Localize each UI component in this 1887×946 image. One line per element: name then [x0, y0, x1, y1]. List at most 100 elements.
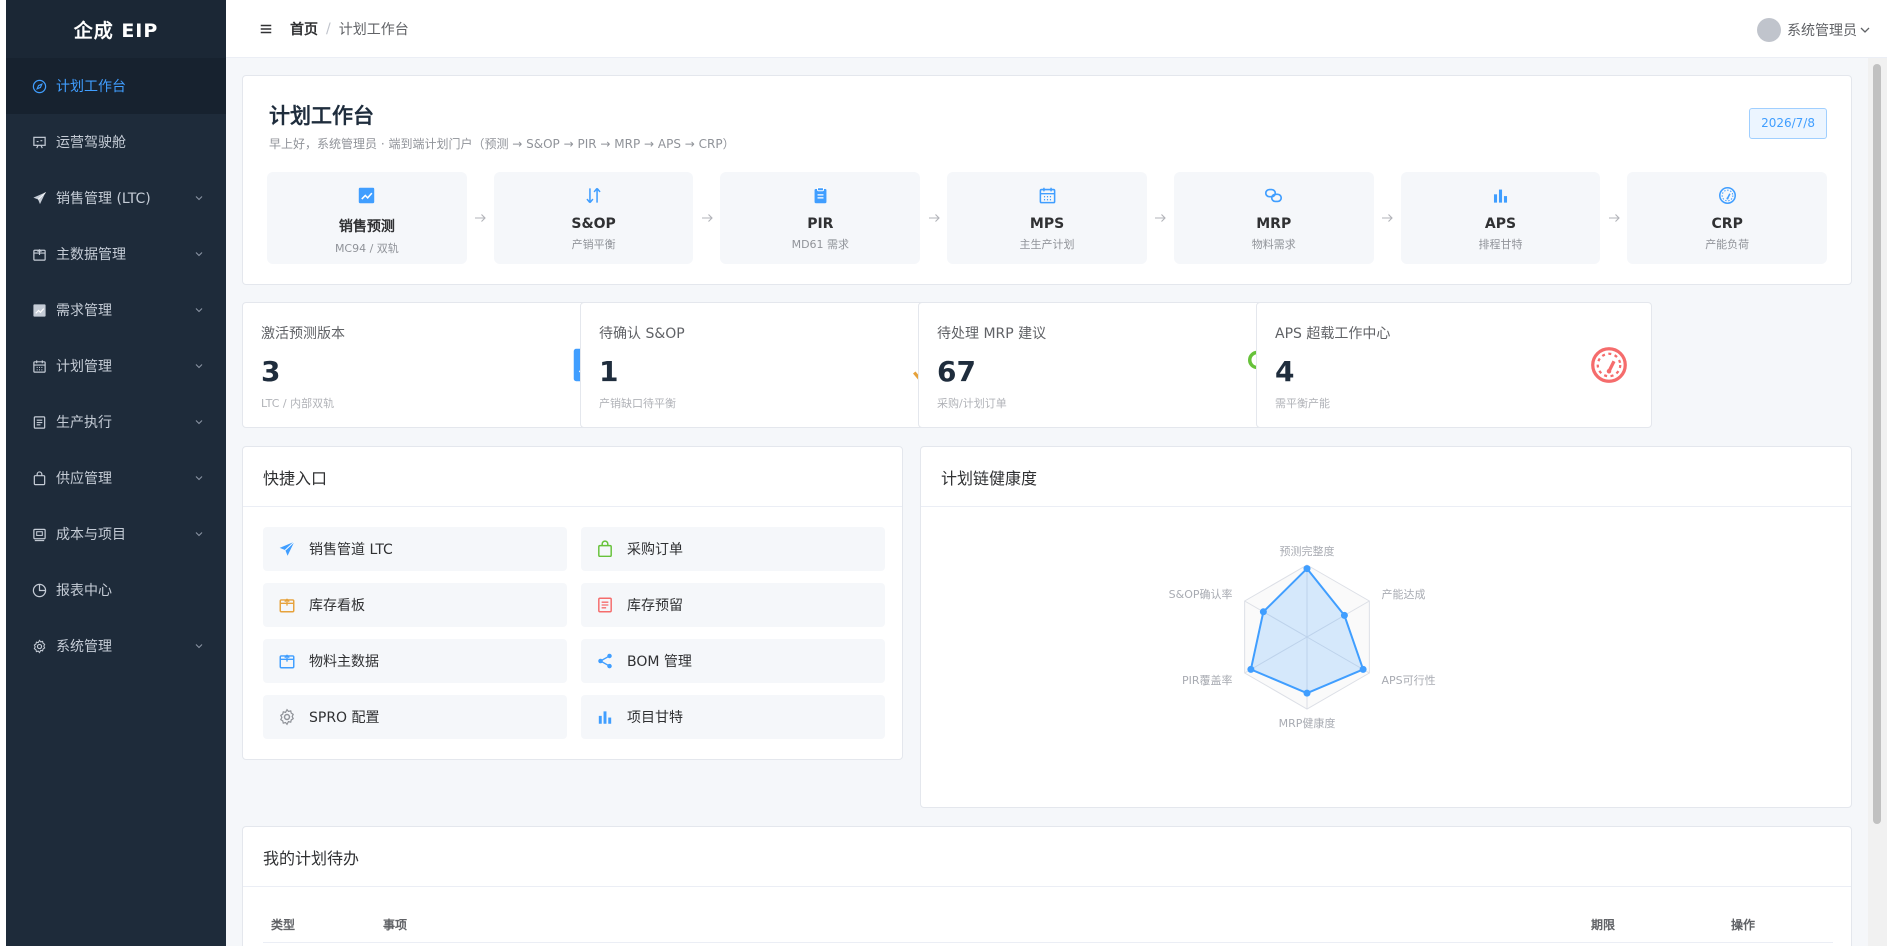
step-description: 排程甘特	[1478, 238, 1523, 251]
calendar-icon	[1036, 184, 1058, 206]
quick-link-label: 库存看板	[309, 598, 365, 614]
user-menu[interactable]: 系统管理员	[1757, 18, 1871, 42]
clipboard-icon	[809, 184, 831, 206]
process-step-0[interactable]: 销售预测 MC94 / 双轨	[267, 172, 467, 264]
shopping-bag-icon	[595, 539, 615, 559]
step-name: 销售预测	[338, 219, 395, 235]
paper-plane-icon	[277, 539, 297, 559]
todo-panel: 我的计划待办 类型 事项 期限 操作	[242, 826, 1852, 946]
stat-value: 1	[599, 355, 619, 388]
column-header-type: 类型	[271, 918, 296, 932]
sidebar-item-label: 主数据管理	[56, 247, 126, 263]
sidebar-item-10[interactable]: 系统管理	[6, 618, 226, 674]
step-description: 物料需求	[1251, 238, 1296, 251]
bar-chart-icon	[595, 707, 615, 727]
breadcrumb-home[interactable]: 首页	[290, 19, 318, 39]
chevron-down-icon	[194, 305, 204, 315]
sidebar-item-4[interactable]: 需求管理	[6, 282, 226, 338]
quick-link-1[interactable]: 采购订单	[581, 527, 885, 571]
chevron-down-icon	[194, 193, 204, 203]
sidebar-item-label: 销售管理 (LTC)	[56, 191, 151, 207]
quick-access-grid: 销售管道 LTC 采购订单库存看板 库存预留物料主数据 BOM 管理 SPRO 配置 项目…	[263, 527, 885, 739]
menu-toggle-icon[interactable]	[256, 19, 276, 39]
process-step-5[interactable]: APS 排程甘特	[1400, 172, 1601, 264]
sidebar-item-label: 运营驾驶舱	[56, 135, 126, 151]
sidebar-item-6[interactable]: 生产执行	[6, 394, 226, 450]
chevron-down-icon	[194, 361, 204, 371]
chevron-down-icon	[194, 641, 204, 651]
step-description: 产能负荷	[1705, 238, 1750, 251]
trend-chart-icon	[356, 184, 378, 206]
quick-link-6[interactable]: SPRO 配置	[263, 695, 567, 739]
process-step-6[interactable]: CRP 产能负荷	[1627, 172, 1828, 264]
money-icon	[30, 525, 48, 543]
stat-card-mrp[interactable]: 待处理 MRP 建议 67 采购/计划订单	[918, 302, 1309, 428]
pie-chart-icon	[30, 581, 48, 599]
step-name: MPS	[1029, 216, 1065, 232]
arrow-right-icon	[1147, 211, 1174, 225]
health-panel: 计划链健康度 预测完整度 产能达成 APS可行性 MRP健康度 PIR覆盖率 S&OP确认…	[920, 446, 1852, 808]
avatar[interactable]	[1757, 18, 1781, 42]
quick-access-panel: 快捷入口 销售管道 LTC 采购订单库存看板 库存预留物料主数据 BOM 管理 SPRO…	[242, 446, 903, 760]
date-button[interactable]: 2026/7/8	[1749, 108, 1827, 139]
step-name: S&OP	[571, 216, 616, 232]
stat-title: 待确认 S&OP	[599, 326, 685, 342]
stat-subtitle: 需平衡产能	[1275, 397, 1330, 410]
sidebar-item-7[interactable]: 供应管理	[6, 450, 226, 506]
sidebar-item-1[interactable]: 运营驾驶舱	[6, 114, 226, 170]
step-description: MD61 需求	[791, 238, 850, 251]
quick-link-0[interactable]: 销售管道 LTC	[263, 527, 567, 571]
shopping-bag-icon	[30, 469, 48, 487]
top-header: 首页 / 计划工作台 系统管理员	[226, 0, 1887, 58]
panel-title: 我的计划待办	[243, 827, 1851, 887]
trend-chart-icon	[30, 301, 48, 319]
stat-title: 激活预测版本	[261, 326, 345, 342]
stat-value: 4	[1275, 355, 1295, 388]
stat-card-sop[interactable]: 待确认 S&OP 1 产销缺口待平衡	[580, 302, 971, 428]
compass-icon	[30, 77, 48, 95]
sidebar-item-label: 计划管理	[56, 359, 112, 375]
stat-card-forecast[interactable]: 激活预测版本 3 LTC / 内部双轨	[242, 302, 633, 428]
sidebar-item-2[interactable]: 销售管理 (LTC)	[6, 170, 226, 226]
radar-indicator-label: APS可行性	[1381, 673, 1435, 687]
quick-link-2[interactable]: 库存看板	[263, 583, 567, 627]
stat-title: APS 超载工作中心	[1275, 326, 1391, 342]
box-icon	[277, 595, 297, 615]
quick-link-label: 项目甘特	[627, 710, 683, 726]
process-step-3[interactable]: MPS 主生产计划	[947, 172, 1147, 264]
main-content: 计划工作台 早上好，系统管理员 · 端到端计划门户（预测 → S&OP → PI…	[226, 58, 1868, 946]
sidebar-item-label: 报表中心	[56, 583, 112, 599]
radar-chart: 预测完整度产能达成 APS可行性 MRP健康度 PIR覆盖率 S&OP确认率	[1169, 544, 1436, 730]
brand-logo[interactable]: 企成 EIP	[6, 0, 226, 58]
chevron-down-icon[interactable]	[1857, 24, 1871, 36]
user-name[interactable]: 系统管理员	[1787, 20, 1857, 40]
table-header-row: 类型 事项 期限 操作	[263, 907, 1833, 943]
quick-link-3[interactable]: 库存预留	[581, 583, 885, 627]
sidebar-item-0[interactable]: 计划工作台	[6, 58, 226, 114]
step-name: MRP	[1256, 216, 1292, 232]
process-step-1[interactable]: S&OP 产销平衡	[493, 172, 694, 264]
stat-subtitle: 采购/计划订单	[937, 397, 1007, 410]
stat-value: 3	[261, 355, 281, 388]
process-step-4[interactable]: MRP 物料需求	[1173, 172, 1374, 264]
sidebar-item-5[interactable]: 计划管理	[6, 338, 226, 394]
sidebar-item-3[interactable]: 主数据管理	[6, 226, 226, 282]
sort-arrows-icon	[583, 184, 605, 206]
stat-title: 待处理 MRP 建议	[937, 326, 1047, 342]
step-description: 主生产计划	[1019, 238, 1075, 251]
quick-link-7[interactable]: 项目甘特	[581, 695, 885, 739]
radar-indicator-label: S&OP确认率	[1169, 587, 1233, 601]
quick-link-4[interactable]: 物料主数据	[263, 639, 567, 683]
quick-link-label: 物料主数据	[309, 654, 379, 670]
gear-icon	[30, 637, 48, 655]
chevron-down-icon	[194, 249, 204, 259]
sidebar: 企成 EIP 计划工作台运营驾驶舱销售管理 (LTC) 主数据管理需求管理计划管理…	[6, 0, 226, 946]
quick-link-5[interactable]: BOM 管理	[581, 639, 885, 683]
page-scrollbar[interactable]	[1868, 58, 1887, 946]
sidebar-item-9[interactable]: 报表中心	[6, 562, 226, 618]
process-step-2[interactable]: PIR MD61 需求	[720, 172, 921, 264]
panel-title: 快捷入口	[243, 447, 902, 507]
scrollbar-thumb[interactable]	[1873, 64, 1881, 824]
stat-card-aps[interactable]: APS 超载工作中心 4 需平衡产能	[1256, 302, 1652, 428]
sidebar-item-8[interactable]: 成本与项目	[6, 506, 226, 562]
